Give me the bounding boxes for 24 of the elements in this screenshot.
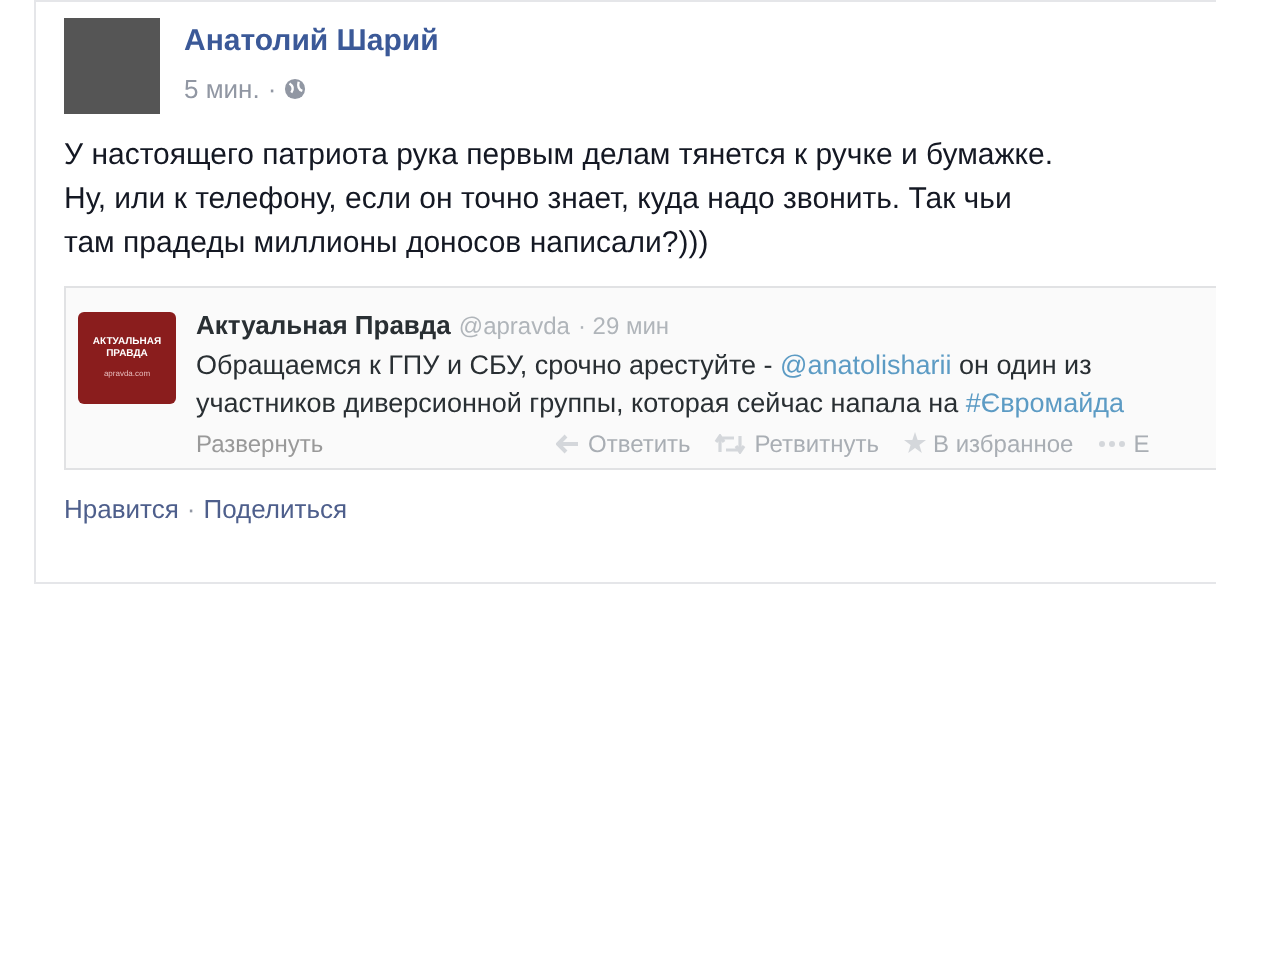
hashtag-link[interactable]: #Євромайда	[965, 387, 1125, 417]
post-time[interactable]: 5 мин.	[184, 69, 260, 108]
separator-dot: ·	[267, 71, 277, 107]
retweet-icon	[714, 433, 747, 453]
star-icon	[903, 432, 925, 454]
mention-link[interactable]: @anatolisharii	[780, 349, 952, 379]
tweet-author[interactable]: Актуальная Правда	[196, 306, 451, 345]
tweet-action[interactable]: Ответить	[556, 425, 691, 461]
tweet-action[interactable]: Е	[1097, 425, 1150, 461]
more-icon	[1097, 439, 1126, 447]
footer-link[interactable]: Поделиться	[203, 490, 348, 529]
separator-dot: ·	[184, 492, 198, 528]
tweet-time[interactable]: · 29 мин	[577, 308, 670, 344]
post-text: У настоящего патриота рука первым делам тянется к ручке и бумажке. Ну, или к телефону, если он точно знает, куда надо звонить. Так чьи там прадеды миллионы доносов написали?)))	[62, 136, 1056, 264]
footer-link[interactable]: Нравится	[64, 490, 179, 529]
reply-icon	[556, 433, 580, 453]
expand-link[interactable]: Развернуть	[196, 425, 556, 461]
tweet-action[interactable]: В избранное	[903, 425, 1074, 461]
tweet-handle[interactable]: @apravda	[458, 308, 570, 344]
author-name[interactable]: Анатолий Шарий	[184, 20, 439, 65]
avatar-placeholder	[64, 18, 160, 114]
tweet-action[interactable]: Ретвитнуть	[714, 425, 879, 461]
globe-icon	[284, 77, 307, 100]
tweet-text: Обращаемся к ГПУ и СБУ, срочно арестуйте - @anatolisharii он один из участников диверсионной группы, которая сейчас напала на #Євромайда	[196, 347, 1127, 421]
